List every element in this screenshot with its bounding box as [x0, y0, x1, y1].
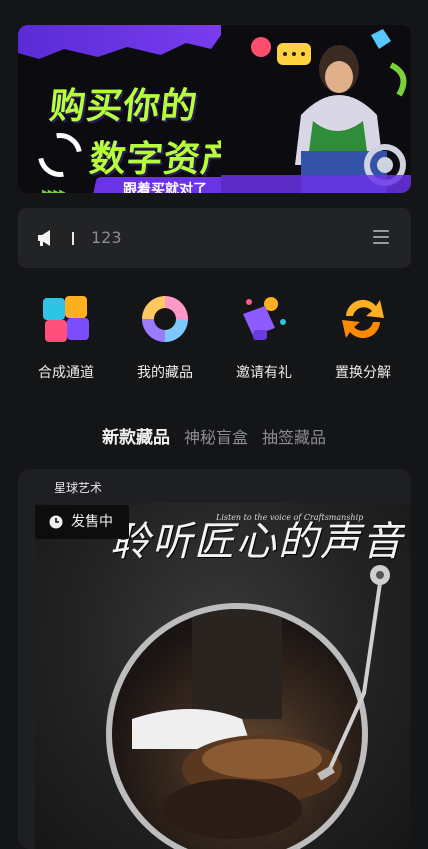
entry-label: 置换分解 — [335, 365, 391, 381]
entry-synthesis[interactable]: 合成通道 — [18, 292, 114, 382]
swap-arrows-icon — [342, 299, 384, 339]
sale-status-text: 发售中 — [71, 514, 113, 530]
announcement-text: 123 — [91, 228, 122, 247]
banner-cta-label: 跟着买就对了 — [123, 182, 207, 193]
tab-lottery[interactable]: 抽签藏品 — [262, 424, 326, 448]
banner-headline-line1: 购买你的 — [47, 86, 200, 127]
quick-entry-grid: 合成通道 我的藏品 邀请有礼 置换分解 — [18, 292, 411, 382]
entry-exchange[interactable]: 置换分解 — [315, 292, 411, 382]
promo-banner[interactable]: 购买你的 数字资产 ▶▶▶▶ 跟着买就对了 — [18, 25, 411, 193]
entry-my-collection[interactable]: 我的藏品 — [117, 292, 213, 382]
collection-card[interactable]: 星球艺术 聆听匠心的声音 Listen to the voice of Craf… — [18, 469, 411, 849]
entry-invite[interactable]: 邀请有礼 — [216, 292, 312, 382]
tab-mystery-box[interactable]: 神秘盲盒 — [184, 424, 248, 448]
entry-label: 合成通道 — [38, 365, 94, 381]
banner-tear-decoration — [18, 25, 228, 59]
entry-label: 邀请有礼 — [236, 365, 292, 381]
artwork-tagline: Listen to the voice of Craftsmanship — [216, 513, 364, 522]
collection-tabs: 新款藏品 神秘盲盒 抽签藏品 — [0, 423, 428, 448]
entry-label: 我的藏品 — [137, 365, 193, 381]
banner-cta[interactable]: 跟着买就对了 — [91, 177, 239, 193]
puzzle-icon — [43, 296, 89, 342]
tonearm-decoration — [317, 565, 390, 781]
chevrons-icon: ▶▶▶▶ — [42, 188, 67, 193]
menu-icon[interactable] — [373, 230, 389, 244]
announcement-bar[interactable]: 123 — [18, 208, 411, 268]
tab-new[interactable]: 新款藏品 — [102, 423, 170, 448]
gift-megaphone-icon — [243, 297, 286, 340]
brand-logo-icon — [29, 124, 91, 186]
collection-ring-icon — [142, 296, 188, 342]
clock-icon — [49, 515, 63, 529]
character-illustration — [221, 25, 411, 193]
sale-status-badge: 发售中 — [35, 505, 129, 539]
banner-headline-line2: 数字资产 — [87, 139, 240, 180]
megaphone-icon — [38, 230, 50, 246]
publisher-name: 星球艺术 — [54, 481, 103, 495]
notice-divider — [72, 232, 74, 245]
